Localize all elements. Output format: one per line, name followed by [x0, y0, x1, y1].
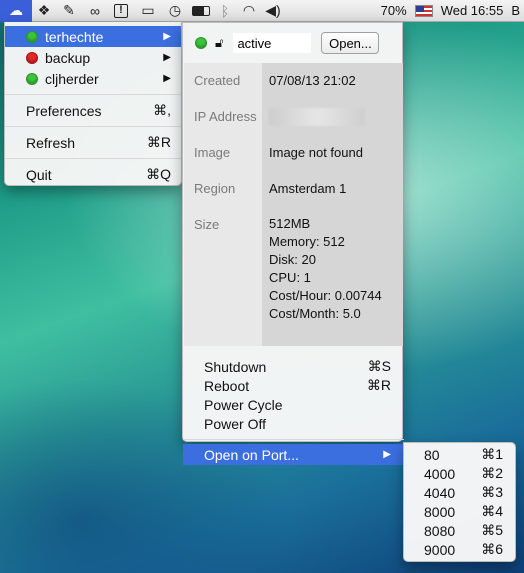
- alert-icon[interactable]: !: [108, 0, 134, 22]
- status-field[interactable]: [233, 33, 312, 53]
- menu-bar-trailing-item[interactable]: B: [511, 3, 520, 18]
- dropbox-icon[interactable]: ❖: [32, 0, 56, 22]
- unlock-icon[interactable]: 🔓︎: [215, 35, 223, 51]
- memory-value: Memory: 512: [269, 234, 345, 249]
- port-item-80[interactable]: 80 ⌘1: [404, 445, 515, 464]
- port-item-8000[interactable]: 8000 ⌘4: [404, 502, 515, 521]
- menu-bar-status: 70% Wed 16:55 B: [381, 3, 524, 18]
- submenu-arrow-icon: ▶: [163, 31, 171, 42]
- server-item-cljherder[interactable]: cljherder ▶: [5, 68, 181, 89]
- shutdown-item[interactable]: Shutdown ⌘S: [183, 357, 404, 376]
- port-item-4000[interactable]: 4000 ⌘2: [404, 464, 515, 483]
- airplay-icon[interactable]: ▭: [134, 0, 162, 22]
- cost-hour-value: Cost/Hour: 0.00744: [269, 288, 382, 303]
- port-item-4040[interactable]: 4040 ⌘3: [404, 483, 515, 502]
- ip-address-redacted: [269, 108, 365, 126]
- port-shortcut: ⌘1: [481, 446, 503, 462]
- server-header: 🔓︎ Open...: [183, 23, 402, 63]
- power-off-item[interactable]: Power Off: [183, 414, 404, 433]
- port-item-9000[interactable]: 9000 ⌘6: [404, 540, 515, 559]
- server-name: terhechte: [45, 28, 104, 45]
- port-shortcut: ⌘2: [481, 465, 503, 481]
- menu-separator: [5, 94, 181, 95]
- servers-menu: terhechte ▶ backup ▶ cljherder ▶ Prefere…: [4, 22, 182, 186]
- server-info-panel: Created 07/08/13 21:02 IP Address Image …: [184, 63, 403, 346]
- shutdown-shortcut: ⌘S: [367, 358, 391, 374]
- submenu-arrow-icon: ▶: [383, 449, 391, 460]
- ip-address-label: IP Address: [194, 109, 257, 124]
- status-green-icon: [26, 72, 38, 85]
- menu-separator: [5, 126, 181, 127]
- battery-percent[interactable]: 70%: [381, 3, 407, 18]
- created-label: Created: [194, 73, 241, 88]
- open-on-port-label: Open on Port...: [204, 446, 299, 463]
- preferences-shortcut: ⌘,: [153, 102, 171, 118]
- size-label: Size: [194, 217, 220, 232]
- time-machine-icon[interactable]: ◷: [162, 0, 188, 22]
- status-green-icon: [26, 30, 38, 43]
- submenu-arrow-icon: ▶: [163, 52, 171, 63]
- port-number: 8000: [424, 503, 456, 520]
- preferences-item[interactable]: Preferences ⌘,: [5, 100, 181, 121]
- port-number: 8080: [424, 522, 456, 539]
- quit-shortcut: ⌘Q: [146, 166, 171, 182]
- glasses-icon[interactable]: ∞: [82, 0, 108, 22]
- region-label: Region: [194, 181, 236, 196]
- image-value: Image not found: [269, 145, 363, 160]
- port-shortcut: ⌘4: [481, 503, 503, 519]
- server-item-terhechte[interactable]: terhechte ▶: [5, 26, 181, 47]
- preferences-label: Preferences: [26, 102, 102, 119]
- server-item-backup[interactable]: backup ▶: [5, 47, 181, 68]
- volume-icon[interactable]: ◀): [262, 0, 284, 22]
- menu-bar: ☁ ❖ ✎ ∞ ! ▭ ◷ ᛒ ◠ ◀) 70% Wed 16:55 B: [0, 0, 524, 22]
- server-name: backup: [45, 49, 91, 66]
- region-value: Amsterdam 1: [269, 181, 347, 196]
- clock[interactable]: Wed 16:55: [441, 3, 504, 18]
- cloud-icon[interactable]: ☁: [0, 0, 32, 22]
- port-shortcut: ⌘3: [481, 484, 503, 500]
- image-label: Image: [194, 145, 231, 160]
- status-red-icon: [26, 51, 38, 64]
- power-off-label: Power Off: [204, 415, 266, 432]
- server-detail-menu: 🔓︎ Open... Created 07/08/13 21:02 IP Add…: [182, 22, 404, 465]
- power-cycle-label: Power Cycle: [204, 396, 283, 413]
- menu-separator: [5, 158, 181, 159]
- open-button[interactable]: Open...: [321, 32, 380, 54]
- open-on-port-item[interactable]: Open on Port... ▶: [183, 444, 404, 465]
- port-number: 9000: [424, 541, 456, 558]
- status-green-icon: [195, 37, 207, 49]
- menu-separator: [183, 439, 404, 440]
- refresh-item[interactable]: Refresh ⌘R: [5, 132, 181, 153]
- refresh-label: Refresh: [26, 134, 76, 151]
- reboot-item[interactable]: Reboot ⌘R: [183, 376, 404, 395]
- shutdown-label: Shutdown: [204, 358, 267, 375]
- port-menu: 80 ⌘1 4000 ⌘2 4040 ⌘3 8000 ⌘4 8080 ⌘5 90…: [403, 442, 516, 562]
- power-cycle-item[interactable]: Power Cycle: [183, 395, 404, 414]
- quit-item[interactable]: Quit ⌘Q: [5, 164, 181, 185]
- submenu-arrow-icon: ▶: [163, 73, 171, 84]
- port-shortcut: ⌘5: [481, 522, 503, 538]
- battery-icon[interactable]: [188, 0, 214, 22]
- cpu-value: CPU: 1: [269, 270, 311, 285]
- server-actions: Shutdown ⌘S Reboot ⌘R Power Cycle Power …: [183, 357, 404, 465]
- server-name: cljherder: [45, 70, 99, 87]
- reboot-label: Reboot: [204, 377, 250, 394]
- port-number: 4000: [424, 465, 456, 482]
- size-details: 512MB Memory: 512 Disk: 20 CPU: 1 Cost/H…: [269, 215, 382, 323]
- quit-label: Quit: [26, 166, 52, 183]
- cost-month-value: Cost/Month: 5.0: [269, 306, 361, 321]
- bluetooth-icon[interactable]: ᛒ: [214, 0, 236, 22]
- port-number: 4040: [424, 484, 456, 501]
- refresh-shortcut: ⌘R: [146, 134, 171, 150]
- us-flag-icon[interactable]: [414, 4, 433, 17]
- created-value: 07/08/13 21:02: [269, 73, 356, 88]
- evernote-icon[interactable]: ✎: [56, 0, 82, 22]
- port-shortcut: ⌘6: [481, 541, 503, 557]
- port-item-8080[interactable]: 8080 ⌘5: [404, 521, 515, 540]
- reboot-shortcut: ⌘R: [366, 377, 391, 393]
- port-number: 80: [424, 446, 440, 463]
- size-value: 512MB: [269, 216, 311, 231]
- disk-value: Disk: 20: [269, 252, 316, 267]
- wifi-icon[interactable]: ◠: [236, 0, 262, 22]
